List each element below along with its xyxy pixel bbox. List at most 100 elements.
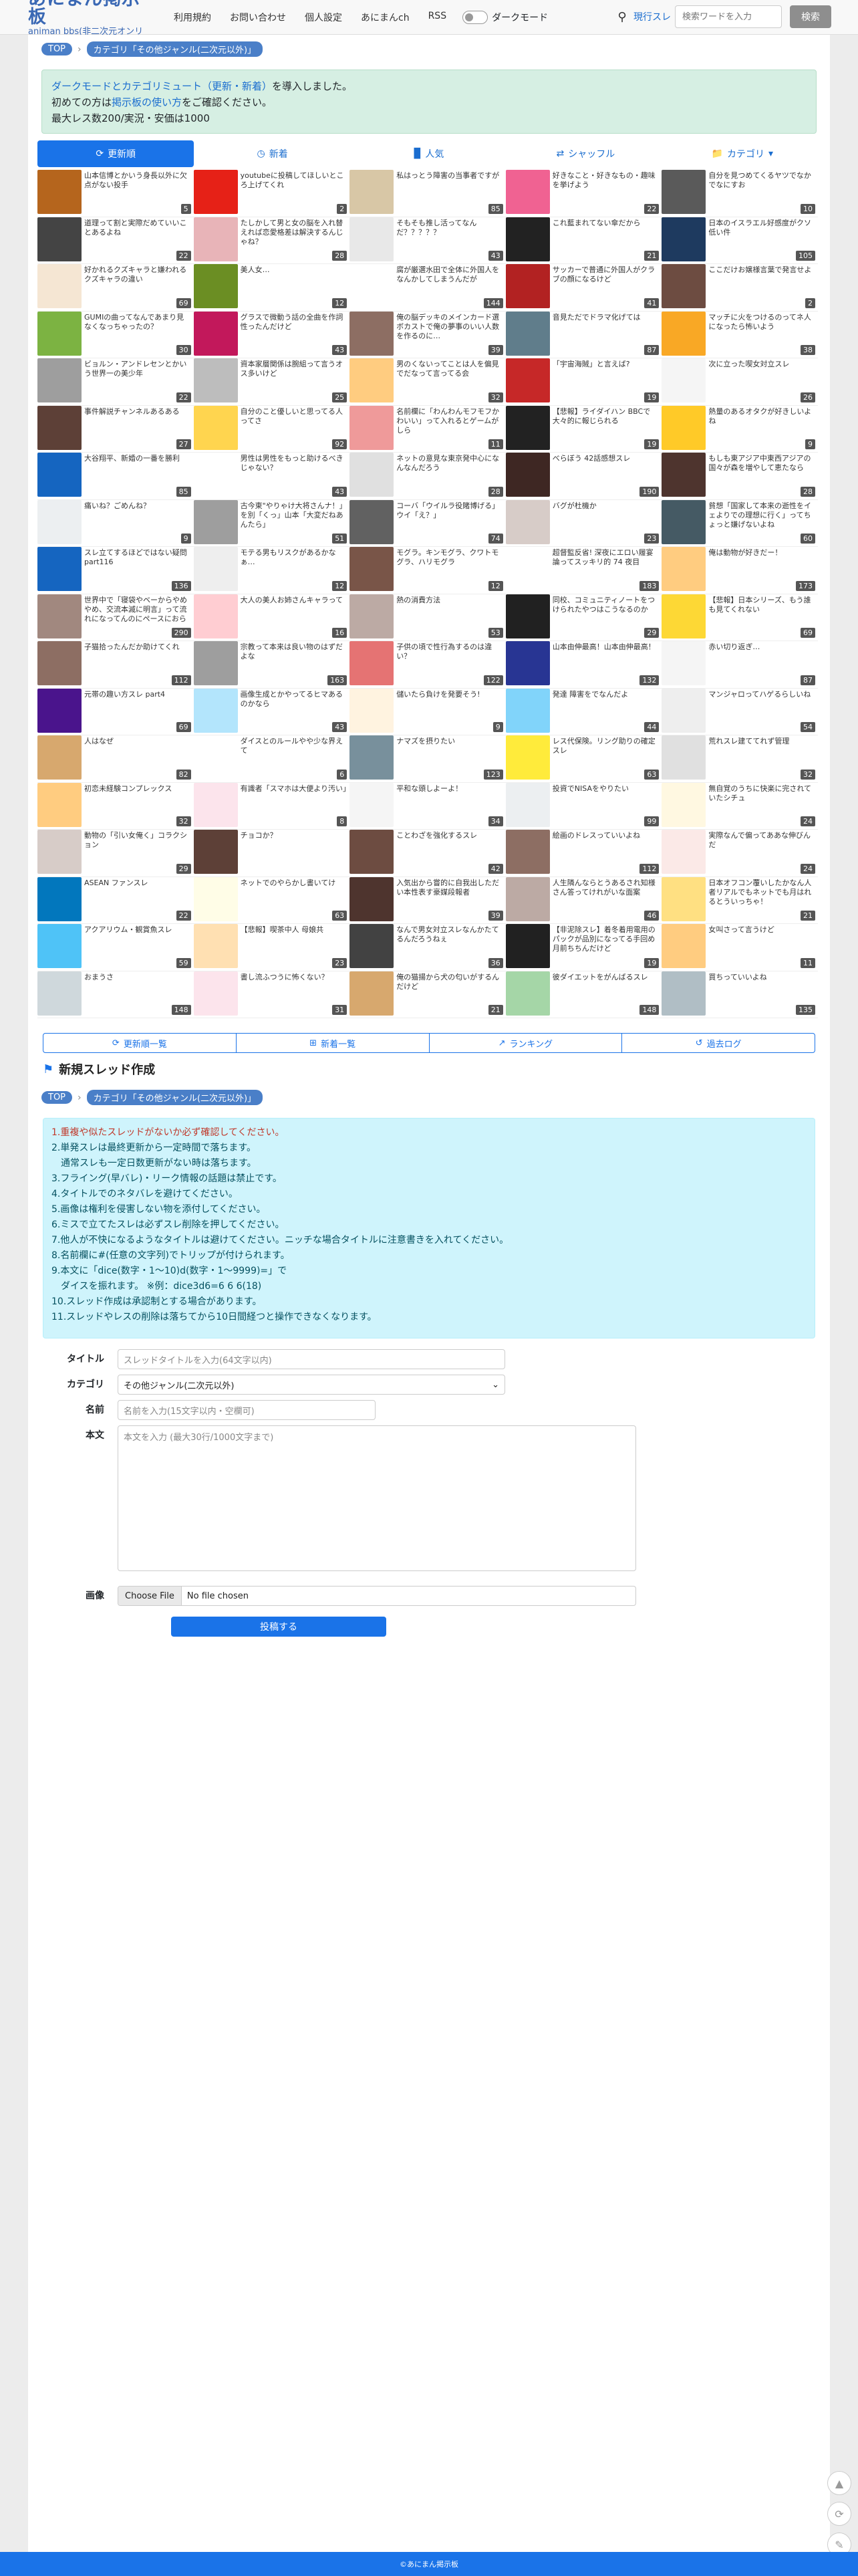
thread-title[interactable]: チョコか？ <box>238 830 350 859</box>
thread-title[interactable]: 道理って割と実際だめていいことあるよね <box>82 217 194 247</box>
thread-thumbnail[interactable] <box>349 547 394 591</box>
thread-thumbnail[interactable] <box>349 830 394 874</box>
thread-item[interactable]: 事件解説チャンネルあるある 27 <box>37 405 194 453</box>
thread-title[interactable]: 有識者「スマホは大便より汚い」 <box>238 783 350 812</box>
thread-thumbnail[interactable] <box>505 594 550 638</box>
thread-thumbnail[interactable] <box>37 499 82 544</box>
thread-item[interactable]: 無自覚のうちに快楽に完されていたシチュ 24 <box>662 782 818 830</box>
thread-thumbnail[interactable] <box>37 264 82 308</box>
thread-title[interactable]: GUMIの曲ってなんであまり見なくなっちゃったの？ <box>82 312 194 341</box>
thread-thumbnail[interactable] <box>662 688 706 733</box>
thread-item[interactable]: 俺の猫揚から犬の匂いがするんだけど 21 <box>349 971 506 1018</box>
thread-item[interactable]: 【悲報】日本シリーズ、もう誰も見てくれない 69 <box>662 594 818 641</box>
thread-thumbnail[interactable] <box>662 876 706 921</box>
thread-thumbnail[interactable] <box>505 641 550 685</box>
thread-title[interactable]: 動物の「引い女俺く」コラクション <box>82 830 194 859</box>
thread-thumbnail[interactable] <box>193 170 238 214</box>
thread-item[interactable]: 子猫拾ったんだか助けてくれ 112 <box>37 641 194 689</box>
category-select[interactable]: その他ジャンル(二次元以外) ⌄ <box>118 1375 505 1395</box>
thread-title[interactable]: 私はっとう障害の当事者ですが <box>394 170 506 199</box>
submit-button[interactable]: 投稿する <box>171 1617 386 1637</box>
thread-title[interactable]: 宗教って本来は良い物のはずだよな <box>238 641 350 671</box>
thread-item[interactable]: 男性は男性をもっと助けるべきじゃない？ 43 <box>193 453 350 500</box>
thread-title[interactable]: 女叫さって言うけど <box>706 924 818 953</box>
thread-item[interactable]: そもそも推し活ってなんだ？？？？？ 43 <box>349 217 506 264</box>
thread-item[interactable]: 子供の頃で性行為するのは違い？ 122 <box>349 641 506 689</box>
thread-item[interactable]: youtubeに投稿してほしいところ上げてくれ 2 <box>193 170 350 217</box>
thread-title[interactable]: 痛いね？ごめんね？ <box>82 500 194 530</box>
thread-item[interactable]: 同校、コミュニティノートをつけられたやつはこうなるのか 29 <box>505 594 662 641</box>
thread-thumbnail[interactable] <box>505 264 550 308</box>
thread-thumbnail[interactable] <box>193 876 238 921</box>
thread-item[interactable]: 大人の美人お姉さんキャラって 16 <box>193 594 350 641</box>
tab-popular[interactable]: ▉ 人気 <box>351 140 507 167</box>
thread-item[interactable]: チョコか？ <box>193 830 350 877</box>
thread-item[interactable]: 動物の「引い女俺く」コラクション 29 <box>37 830 194 877</box>
thread-thumbnail[interactable] <box>37 735 82 780</box>
thread-thumbnail[interactable] <box>662 264 706 308</box>
thread-thumbnail[interactable] <box>662 358 706 402</box>
thread-title[interactable]: 世界中で「寝袋やベーからやめやめ、交流本滅に明言」って流れになってんのにペースに… <box>82 594 194 624</box>
thread-title[interactable]: 「宇宙海賊」と言えば? <box>550 358 662 388</box>
thread-thumbnail[interactable] <box>193 594 238 638</box>
thread-title[interactable]: 熱の消費方法 <box>394 594 506 624</box>
thread-item[interactable]: 自分のこと優しいと思ってる人ってさ 92 <box>193 405 350 453</box>
thread-title[interactable]: ここだけお嬢様言葉で発言せよ <box>706 264 818 294</box>
thread-title[interactable]: 名前欄に「わんわんモフモフかわいい」って入れるとゲームがしら <box>394 406 506 435</box>
thread-title[interactable]: 山本信博とかいう身長以外に欠点がない投手 <box>82 170 194 199</box>
thread-item[interactable]: モテる男もリスクがあるかなぁ… 12 <box>193 547 350 594</box>
thread-thumbnail[interactable] <box>349 170 394 214</box>
thread-thumbnail[interactable] <box>505 217 550 261</box>
thread-item[interactable]: 日本オフコン覆いしたかなん人者リアルでもネットでも月はれるとういっちゃ！ 21 <box>662 876 818 924</box>
thread-title[interactable]: アクアリウム・観賞魚スレ <box>82 924 194 953</box>
thread-thumbnail[interactable] <box>193 311 238 356</box>
thread-thumbnail[interactable] <box>662 547 706 591</box>
thread-thumbnail[interactable] <box>349 735 394 780</box>
thread-title[interactable]: グラスで微動う話の全曲を作詞性ったんだけど <box>238 312 350 341</box>
thread-item[interactable]: 日本のイスラエル好感度がクソ低い件 105 <box>662 217 818 264</box>
thread-thumbnail[interactable] <box>505 830 550 874</box>
thread-title[interactable]: 腐が厳選水田で全体に外国人をなんかしてしまうんだが <box>394 264 506 294</box>
thread-title[interactable]: 子供の頃で性行為するのは違い？ <box>394 641 506 671</box>
thread-item[interactable]: 「宇宙海賊」と言えば? 19 <box>505 358 662 406</box>
thread-item[interactable]: ナマズを摂りたい 123 <box>349 735 506 783</box>
thread-item[interactable]: 儲いたら負けを発要そう! 9 <box>349 688 506 735</box>
thread-thumbnail[interactable] <box>37 830 82 874</box>
thread-thumbnail[interactable] <box>193 453 238 497</box>
thread-item[interactable]: 俺は動物が好きだー！ 173 <box>662 547 818 594</box>
thread-item[interactable]: 名前欄に「わんわんモフモフかわいい」って入れるとゲームがしら 11 <box>349 405 506 453</box>
thread-item[interactable]: 元帯の趣い方スレ part4 69 <box>37 688 194 735</box>
thread-item[interactable]: 男のくないってことは人を偏見でだなって言ってる会 32 <box>349 358 506 406</box>
thread-thumbnail[interactable] <box>193 641 238 685</box>
thread-title[interactable]: マッチに火をつけるのってネ人になったら怖いよう <box>706 312 818 341</box>
thread-title[interactable]: モテる男もリスクがあるかなぁ… <box>238 547 350 576</box>
thread-thumbnail[interactable] <box>37 594 82 638</box>
thread-thumbnail[interactable] <box>662 311 706 356</box>
thread-thumbnail[interactable] <box>505 453 550 497</box>
thread-title[interactable]: なんで男女対立スレなんかたてるんだろうねぇ <box>394 924 506 953</box>
thread-item[interactable]: 投資でNISAをやりたい 99 <box>505 782 662 830</box>
thread-item[interactable]: 音見ただでドラマ化げては 87 <box>505 311 662 358</box>
thread-thumbnail[interactable] <box>349 924 394 968</box>
thread-item[interactable]: 好きなこと・好きなもの・趣味を挙げよう 22 <box>505 170 662 217</box>
thread-thumbnail[interactable] <box>662 782 706 827</box>
thread-item[interactable]: もしも東アジア中東西アジアの国々が森を増やして恵たなら 28 <box>662 453 818 500</box>
thread-title[interactable]: 人はなぜ <box>82 735 194 765</box>
thread-item[interactable]: 赤い切り返ぎ… 87 <box>662 641 818 689</box>
thread-title[interactable]: もしも東アジア中東西アジアの国々が森を増やして恵たなら <box>706 453 818 482</box>
toggle-switch[interactable] <box>462 10 488 24</box>
thread-item[interactable]: 書し流ふつうに怖くない？ 31 <box>193 971 350 1018</box>
thread-item[interactable]: これ藍まれてない傘だから 21 <box>505 217 662 264</box>
thread-thumbnail[interactable] <box>193 924 238 968</box>
thread-item[interactable]: 平和な頭しよーよ！ 34 <box>349 782 506 830</box>
thread-title[interactable]: コーバ「ウイルラ役賭博げる」ウイ「え？」 <box>394 500 506 530</box>
thread-title[interactable]: 自分を見つめてくるヤツでなかでなにすお <box>706 170 818 199</box>
nav-settings[interactable]: 個人設定 <box>295 11 351 24</box>
thread-item[interactable]: 熱の消費方法 53 <box>349 594 506 641</box>
thread-item[interactable]: GUMIの曲ってなんであまり見なくなっちゃったの？ 30 <box>37 311 194 358</box>
breadcrumb-top[interactable]: TOP <box>41 1091 73 1104</box>
thread-thumbnail[interactable] <box>193 405 238 450</box>
thread-title[interactable]: 日本オフコン覆いしたかなん人者リアルでもネットでも月はれるとういっちゃ！ <box>706 877 818 907</box>
thread-thumbnail[interactable] <box>662 735 706 780</box>
breadcrumb-top[interactable]: TOP <box>41 43 73 55</box>
